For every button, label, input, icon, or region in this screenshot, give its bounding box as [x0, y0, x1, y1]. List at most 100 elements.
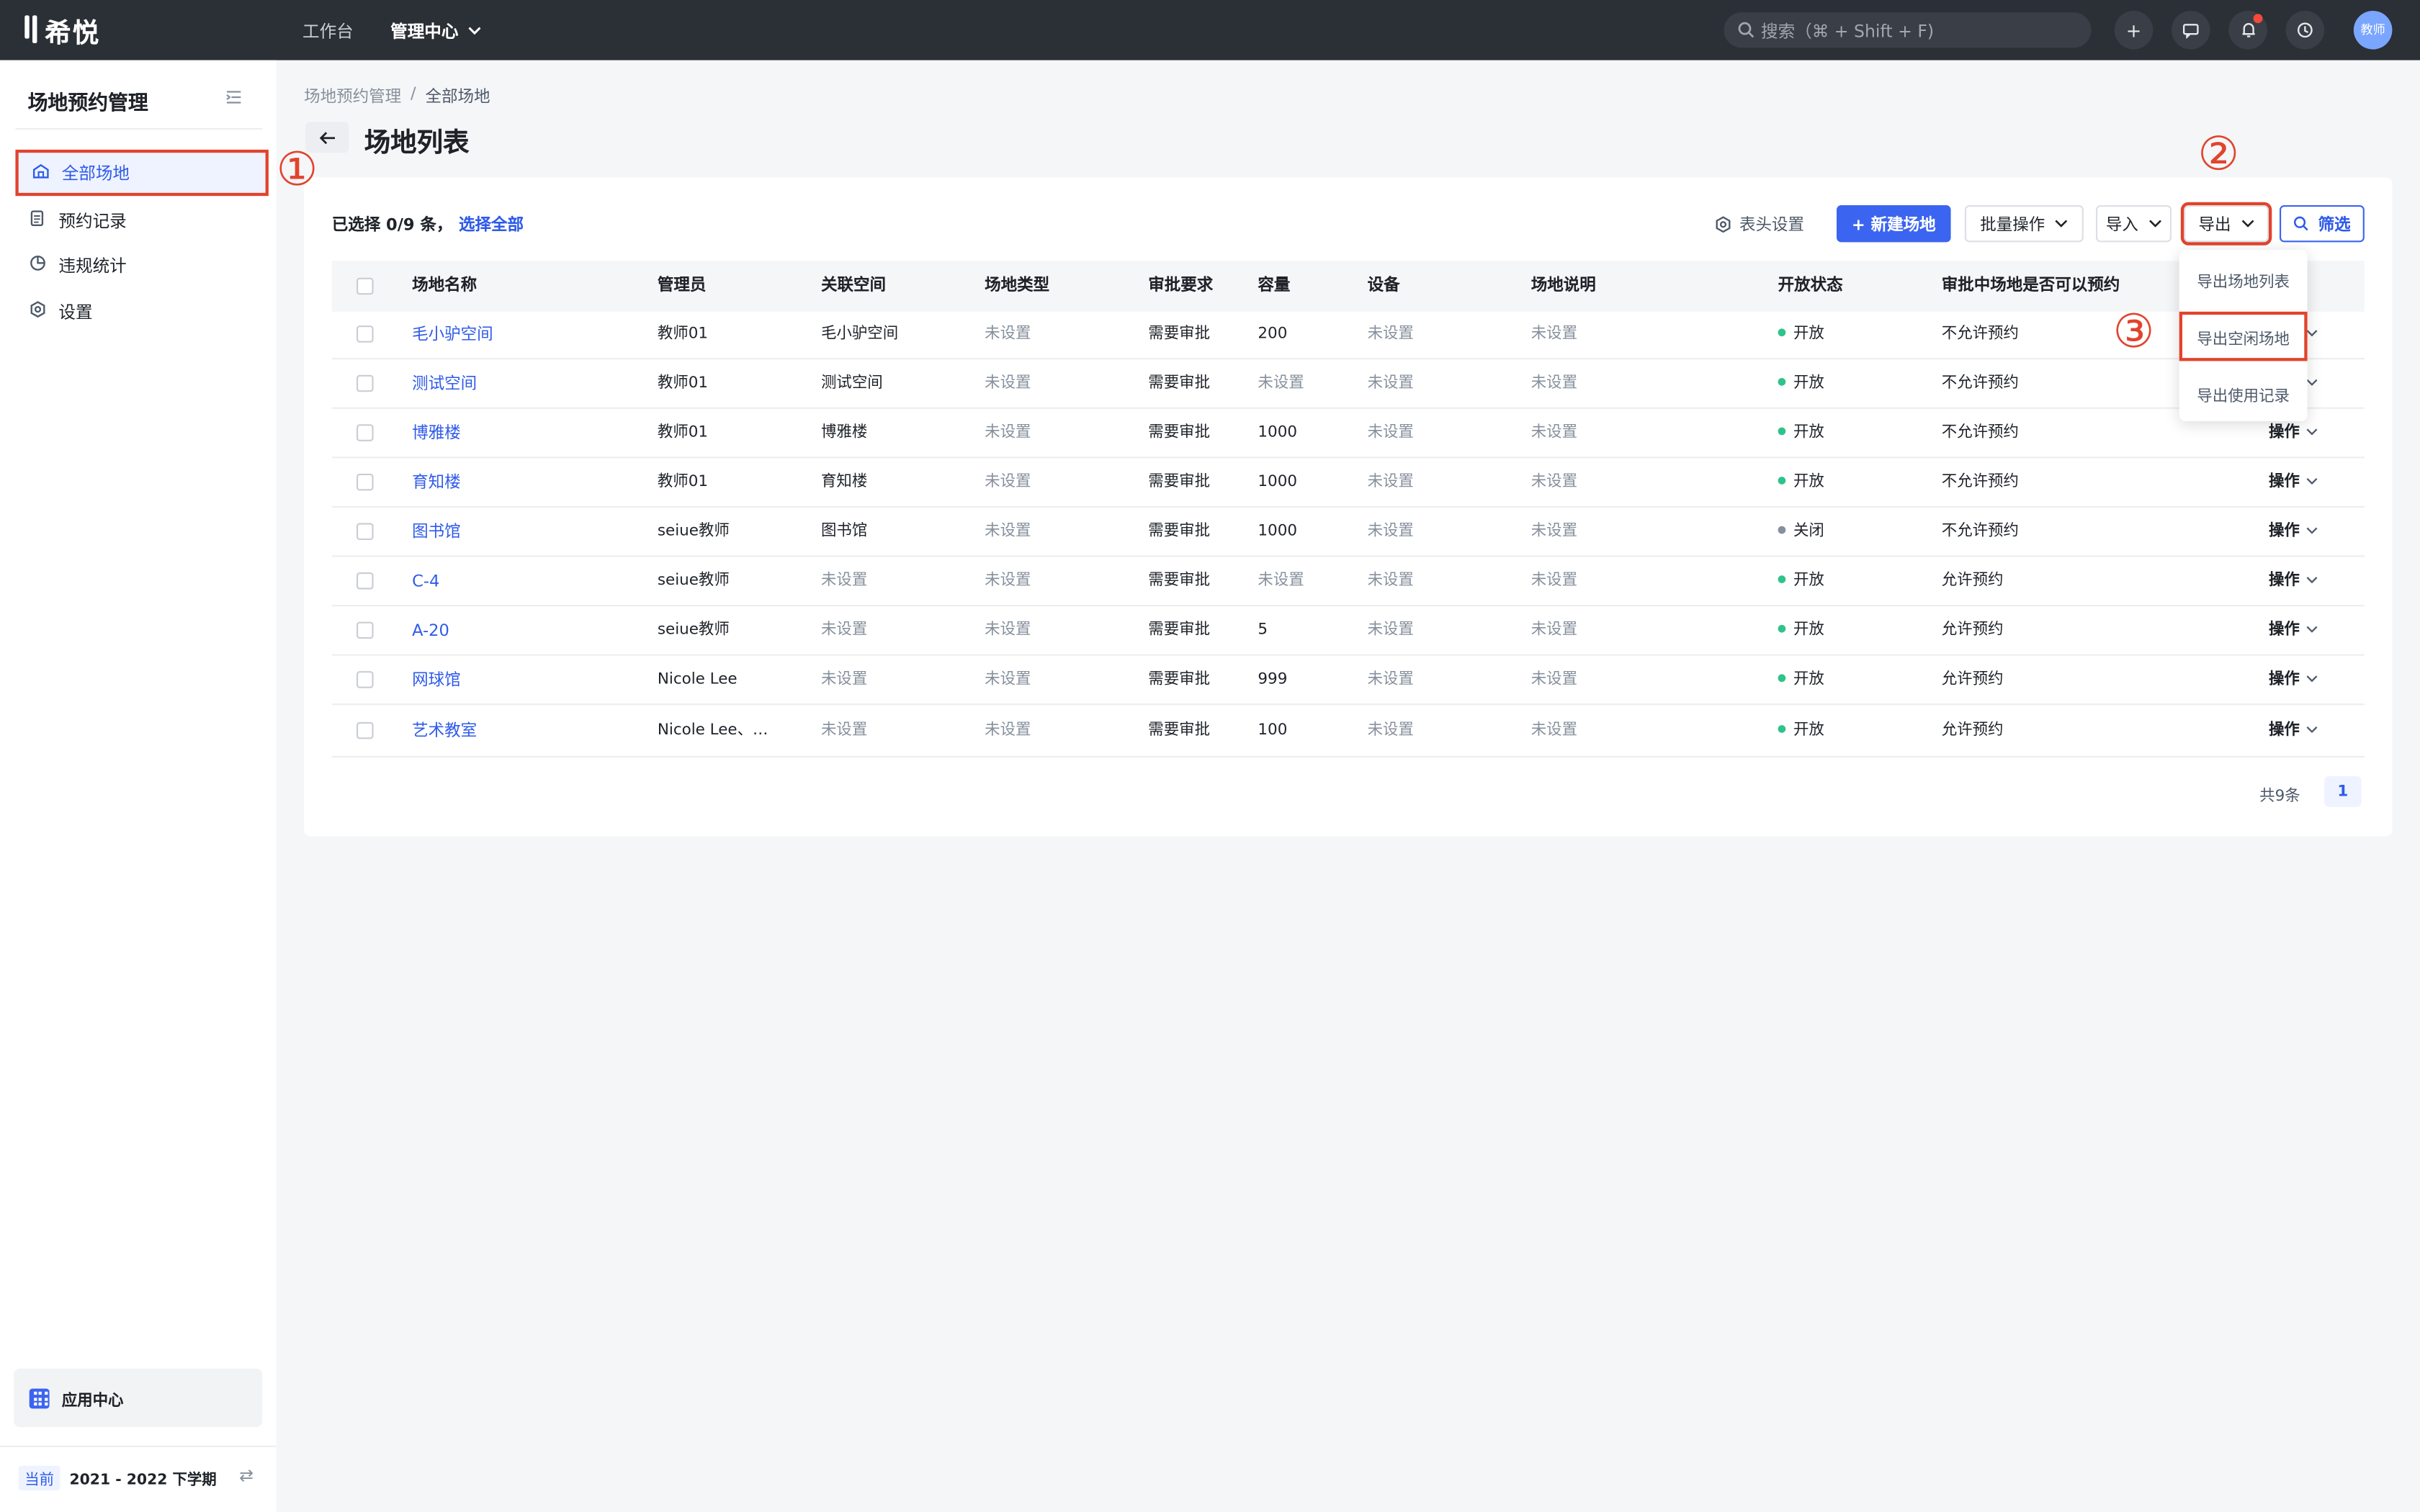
sidebar-item-settings[interactable]: 设置 [15, 289, 268, 335]
message-icon[interactable] [2172, 11, 2210, 50]
cell-admin: seiue教师 [657, 572, 730, 590]
table-row: 艺术教室 Nicole Lee、… 未设置 未设置 需要审批 100 未设置 未设置 开放 允许预… [331, 706, 2365, 758]
sidebar-divider [15, 127, 263, 130]
cell-description: 未设置 [1531, 523, 1577, 540]
chevron-down-icon [468, 26, 481, 35]
actions-label: 操作 [2269, 523, 2300, 540]
row-checkbox[interactable] [356, 523, 374, 540]
collapse-icon[interactable] [225, 89, 243, 109]
cell-approval: 需要审批 [1148, 523, 1210, 540]
status-label: 开放 [1793, 621, 1824, 639]
chevron-down-icon [2306, 626, 2318, 633]
cell-venue-name[interactable]: 图书馆 [412, 508, 461, 557]
status-label: 关闭 [1793, 523, 1824, 540]
breadcrumb-current: 全部场地 [425, 88, 490, 107]
select-all-checkbox[interactable] [356, 277, 374, 295]
breadcrumb-parent[interactable]: 场地预约管理 [304, 85, 401, 108]
row-actions[interactable]: 操作 [2269, 606, 2318, 656]
menu-item-export-venue-list[interactable]: 导出场地列表 [2179, 255, 2308, 305]
actions-label: 操作 [2269, 621, 2300, 639]
status-dot [1778, 377, 1786, 385]
cell-admin: Nicole Lee、… [657, 721, 768, 739]
cell-description: 未设置 [1531, 721, 1577, 739]
status-dot [1778, 328, 1786, 336]
select-all-link[interactable]: 选择全部 [459, 216, 524, 235]
cell-booking-during-approval: 不允许预约 [1941, 473, 2019, 491]
row-checkbox[interactable] [356, 473, 374, 491]
cell-venue-type: 未设置 [985, 473, 1031, 491]
cell-venue-name[interactable]: 网球馆 [412, 656, 461, 706]
cell-admin: 教师01 [657, 325, 709, 343]
menu-item-export-idle-venues[interactable]: 导出空闲场地 [2179, 311, 2308, 361]
row-actions[interactable]: 操作 [2269, 458, 2318, 508]
row-checkbox[interactable] [356, 374, 374, 392]
row-actions[interactable]: 操作 [2269, 557, 2318, 607]
swap-icon[interactable]: ⇄ [239, 1466, 254, 1486]
cell-capacity: 未设置 [1258, 572, 1304, 590]
row-actions[interactable]: 操作 [2269, 508, 2318, 557]
cell-venue-name[interactable]: 艺术教室 [412, 706, 477, 756]
export-button[interactable]: 导出 [2180, 202, 2272, 246]
term-selector[interactable]: 当前 2021 - 2022 下学期 [18, 1465, 217, 1490]
cell-venue-name[interactable]: 育知楼 [412, 458, 461, 508]
cell-linked-space: 未设置 [821, 721, 868, 739]
actions-label: 操作 [2269, 473, 2300, 491]
record-icon [28, 210, 47, 231]
sidebar-item-label: 违规统计 [58, 256, 127, 276]
sidebar-item-label: 全部场地 [61, 163, 130, 184]
global-search[interactable]: 搜索（⌘ + Shift + F) [1724, 12, 2092, 48]
row-checkbox[interactable] [356, 325, 374, 343]
row-checkbox[interactable] [356, 671, 374, 688]
nav-workbench[interactable]: 工作台 [302, 18, 354, 42]
bell-icon[interactable] [2228, 11, 2267, 50]
table-row: C-4 seiue教师 未设置 未设置 需要审批 未设置 未设置 未设置 开放 允许预约 操作 [331, 557, 2365, 607]
col-booking-during-approval: 审批中场地是否可以预约 [1941, 276, 2120, 295]
chevron-down-icon [2055, 220, 2068, 228]
annotation-step-2: ② [2197, 127, 2240, 182]
chevron-down-icon [2306, 726, 2318, 734]
status-label: 开放 [1793, 424, 1824, 441]
nav-admin-center[interactable]: 管理中心 [390, 18, 481, 42]
batch-operations-button[interactable]: 批量操作 [1964, 205, 2084, 243]
cell-admin: 教师01 [657, 374, 709, 392]
cell-admin: Nicole Lee [657, 671, 738, 688]
sidebar-item-violations[interactable]: 违规统计 [15, 242, 268, 288]
chevron-down-icon [2306, 477, 2318, 485]
logo[interactable]: 希悦 [24, 14, 100, 49]
cell-linked-space: 毛小驴空间 [821, 325, 899, 343]
chevron-down-icon [2306, 675, 2318, 683]
cell-venue-type: 未设置 [985, 721, 1031, 739]
col-equipment: 设备 [1367, 276, 1400, 295]
cell-venue-name[interactable]: C-4 [412, 557, 439, 607]
row-checkbox[interactable] [356, 621, 374, 639]
header-settings-button[interactable]: 表头设置 [1715, 205, 1804, 242]
cell-venue-type: 未设置 [985, 424, 1031, 441]
cell-venue-name[interactable]: A-20 [412, 606, 449, 656]
sidebar-item-all-venues[interactable]: 全部场地 [15, 149, 269, 197]
col-capacity: 容量 [1258, 276, 1291, 295]
grid-icon [29, 1387, 50, 1408]
cell-venue-name[interactable]: 博雅楼 [412, 409, 461, 459]
selection-count: 已选择 0/9 条， [331, 216, 453, 235]
avatar[interactable]: 教师 [2353, 11, 2393, 50]
plus-icon[interactable]: + [2114, 11, 2154, 50]
breadcrumb: 场地预约管理 / 全部场地 [304, 85, 490, 108]
filter-button[interactable]: 筛选 [2280, 205, 2365, 243]
sidebar-item-booking-records[interactable]: 预约记录 [15, 197, 268, 243]
row-checkbox[interactable] [356, 424, 374, 441]
menu-item-export-usage-records[interactable]: 导出使用记录 [2179, 369, 2308, 418]
app-center-button[interactable]: 应用中心 [14, 1368, 263, 1428]
cell-venue-name[interactable]: 毛小驴空间 [412, 310, 493, 360]
new-venue-button[interactable]: + 新建场地 [1837, 205, 1951, 243]
cell-venue-name[interactable]: 测试空间 [412, 359, 477, 409]
import-button[interactable]: 导入 [2096, 205, 2172, 243]
row-checkbox[interactable] [356, 572, 374, 590]
row-actions[interactable]: 操作 [2269, 706, 2318, 756]
sidebar-bottom-divider [0, 1445, 277, 1447]
pagination-page-1[interactable]: 1 [2324, 775, 2362, 807]
help-icon[interactable] [2285, 11, 2325, 50]
row-actions[interactable]: 操作 [2269, 656, 2318, 706]
cell-open-status: 关闭 [1778, 508, 1824, 557]
annotation-step-3: ③ [2112, 305, 2155, 360]
row-checkbox[interactable] [356, 721, 374, 739]
